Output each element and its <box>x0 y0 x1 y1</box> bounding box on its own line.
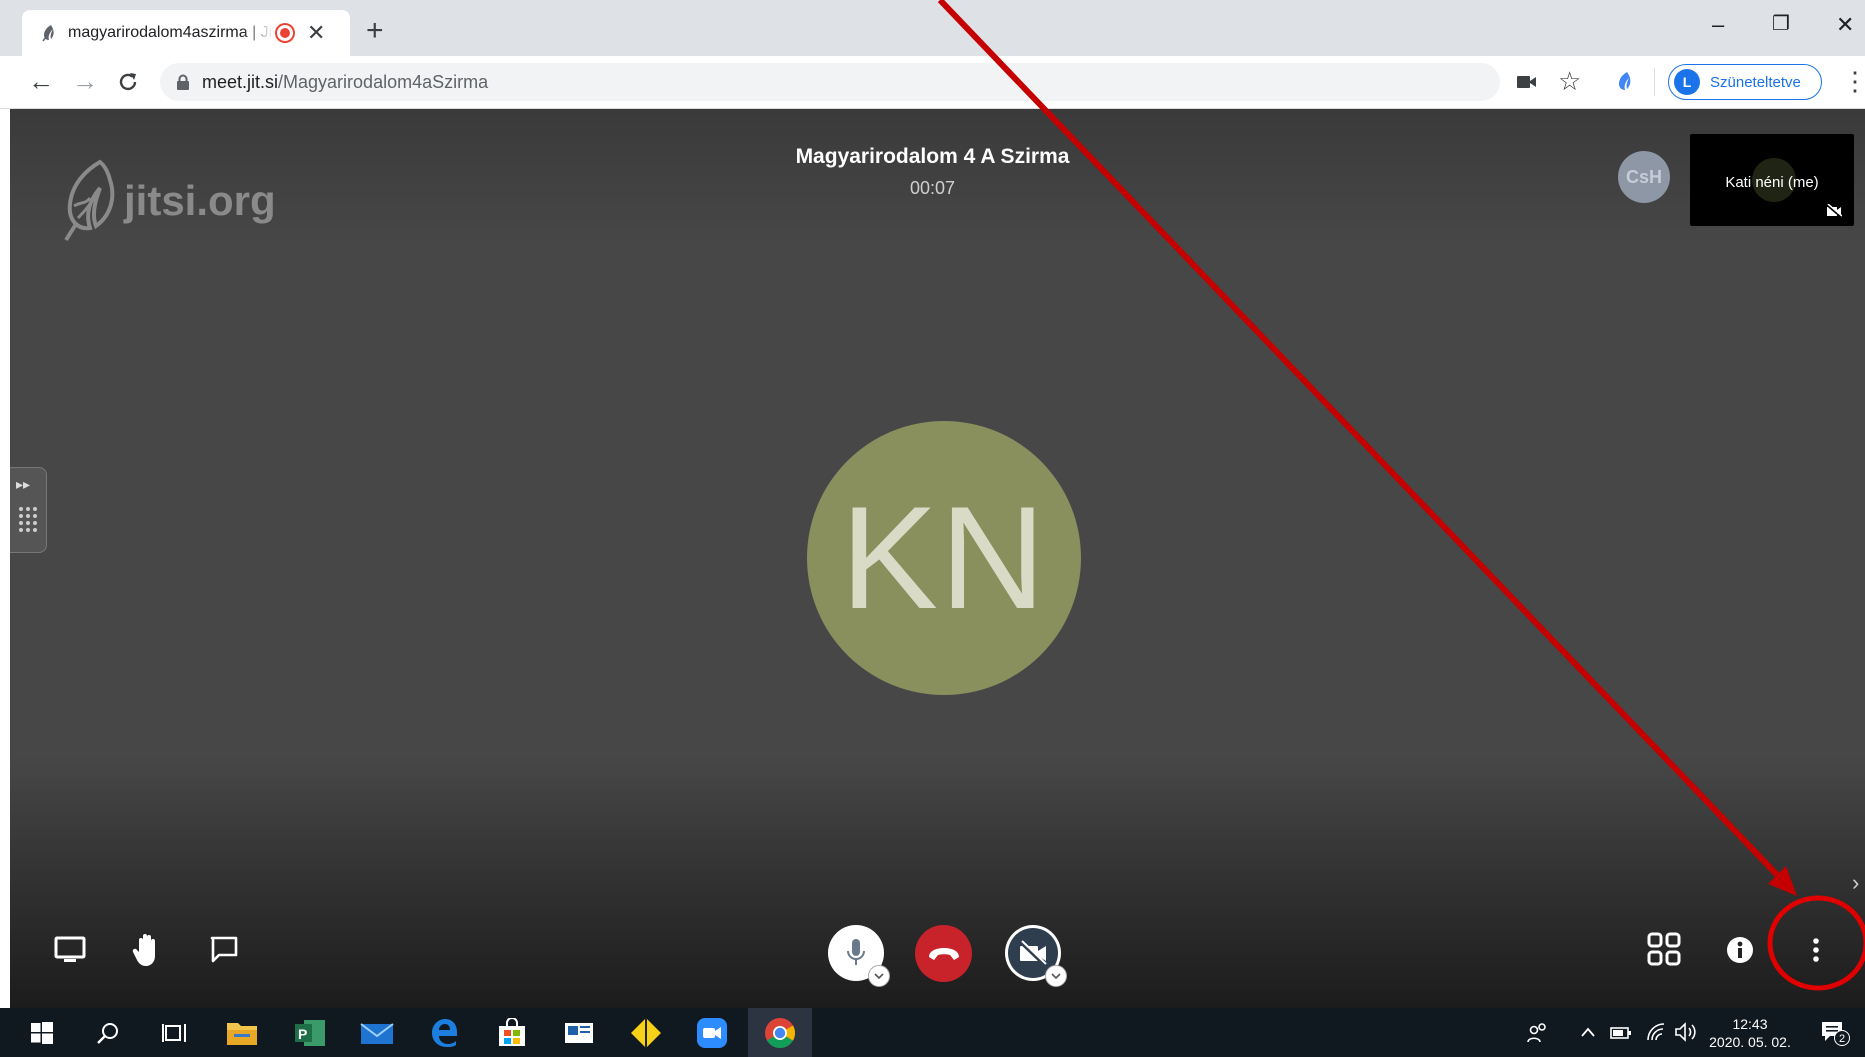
taskbar-zoom[interactable] <box>680 1008 744 1057</box>
search-icon <box>97 1022 118 1044</box>
tab-title: magyarirodalom4aszirma | Jitsi Meet <box>68 24 273 41</box>
toolbar-divider <box>1654 68 1655 96</box>
filmstrip-toggle-handle[interactable]: ▸▸ <box>10 467 47 553</box>
mail-icon <box>360 1022 394 1044</box>
url-path: /Magyarirodalom4aSzirma <box>278 71 489 92</box>
hangup-button[interactable] <box>915 925 972 982</box>
chat-icon[interactable] <box>209 935 239 965</box>
taskbar-mail[interactable] <box>345 1008 409 1057</box>
taskbar-chrome[interactable] <box>748 1008 812 1057</box>
participant-avatar[interactable]: CsH <box>1618 151 1670 203</box>
camera-button[interactable] <box>1005 925 1067 987</box>
phone-hangup-icon <box>928 947 959 960</box>
action-center-button[interactable]: 2 <box>1820 1020 1850 1048</box>
tab-strip: magyarirodalom4aszirma | Jitsi Meet ✕ + … <box>0 0 1865 56</box>
camera-off-icon <box>1019 940 1047 966</box>
tray-expand-chevron-icon[interactable] <box>1580 1026 1596 1038</box>
profile-status: Szüneteltetve <box>1710 73 1801 91</box>
microphone-icon <box>847 939 865 965</box>
raise-hand-icon[interactable] <box>131 932 163 968</box>
profile-avatar: L <box>1674 69 1700 95</box>
chevron-down-icon <box>874 973 884 980</box>
start-button[interactable] <box>10 1008 74 1057</box>
jitsi-feather-icon <box>64 159 115 242</box>
chevron-down-icon <box>1051 973 1061 980</box>
task-view-button[interactable] <box>142 1008 206 1057</box>
video-settings-chevron[interactable] <box>1045 965 1067 987</box>
close-window-button[interactable]: ✕ <box>1836 14 1854 36</box>
clock-time: 12:43 <box>1732 1016 1768 1032</box>
tab-close-icon[interactable]: ✕ <box>307 22 325 44</box>
taskbar-news[interactable] <box>547 1008 611 1057</box>
store-bag-icon <box>499 1017 525 1046</box>
browser-tab[interactable]: magyarirodalom4aszirma | Jitsi Meet ✕ <box>22 10 350 56</box>
diamond-app-icon <box>631 1017 661 1048</box>
camera-permission-icon[interactable] <box>1516 74 1538 90</box>
windows-logo-icon <box>31 1021 53 1044</box>
lock-icon <box>177 74 189 90</box>
jitsi-extension-icon[interactable] <box>1612 70 1634 94</box>
taskbar-yellow-app[interactable] <box>614 1008 678 1057</box>
microphone-button[interactable] <box>828 925 890 987</box>
folder-icon <box>227 1022 257 1045</box>
self-display-name: Kati néni (me) <box>1725 174 1819 191</box>
forward-button[interactable]: → <box>72 68 98 94</box>
back-button[interactable]: ← <box>28 68 54 94</box>
notification-count-badge: 2 <box>1834 1030 1850 1046</box>
conference-timer: 00:07 <box>909 178 956 198</box>
tile-view-icon[interactable] <box>1647 932 1681 966</box>
svg-text:P: P <box>298 1026 307 1042</box>
system-clock[interactable]: 12:43 2020. 05. 02. <box>1705 1015 1795 1051</box>
url-host: meet.jit.si <box>202 71 279 92</box>
search-button[interactable] <box>76 1008 140 1057</box>
bookmark-star-icon[interactable]: ☆ <box>1558 66 1581 97</box>
dominant-speaker-avatar: KN <box>807 421 1081 695</box>
clock-date: 2020. 05. 02. <box>1709 1034 1791 1050</box>
taskbar-edge[interactable] <box>412 1008 476 1057</box>
recording-indicator-icon <box>277 25 293 41</box>
info-icon[interactable] <box>1726 936 1754 964</box>
address-bar[interactable]: meet.jit.si/Magyarirodalom4aSzirma <box>160 63 1500 101</box>
jitsi-favicon-icon <box>42 25 54 42</box>
more-options-icon[interactable] <box>1808 936 1824 964</box>
taskbar-store[interactable] <box>480 1008 544 1057</box>
task-view-icon <box>162 1023 186 1042</box>
browser-toolbar: ← → meet.jit.si/Magyarirodalom4aSzirma ☆… <box>0 56 1865 109</box>
minimize-button[interactable]: – <box>1712 14 1724 36</box>
project-app-icon: P <box>295 1019 325 1046</box>
windows-taskbar: P 12:43 2020. 05. 02. 2 <box>0 1008 1865 1057</box>
conference-title: Magyarirodalom 4 A Szirma <box>795 145 1070 168</box>
profile-button[interactable]: L Szüneteltetve <box>1668 64 1822 100</box>
new-tab-button[interactable]: + <box>366 16 384 46</box>
taskbar-project[interactable]: P <box>278 1008 342 1057</box>
reload-icon[interactable] <box>116 70 140 94</box>
expand-icon: ▸▸ <box>16 476 31 492</box>
local-video-thumbnail[interactable]: Kati néni (me) <box>1690 134 1854 226</box>
audio-settings-chevron[interactable] <box>868 965 890 987</box>
edge-browser-icon <box>432 1018 457 1047</box>
screen-share-icon[interactable] <box>54 936 86 964</box>
chrome-menu-icon[interactable]: ⋮ <box>1842 66 1865 97</box>
news-app-icon <box>565 1022 593 1043</box>
dialpad-icon <box>19 507 37 532</box>
zoom-app-icon <box>697 1017 727 1048</box>
restore-button[interactable]: ❐ <box>1772 14 1790 34</box>
video-muted-icon <box>1826 204 1842 218</box>
chrome-icon <box>765 1017 796 1048</box>
volume-icon[interactable] <box>1674 1022 1698 1042</box>
wifi-icon[interactable] <box>1645 1022 1667 1042</box>
toolbar-edge-chevron[interactable]: › <box>1852 870 1859 896</box>
taskbar-file-explorer[interactable] <box>210 1008 274 1057</box>
battery-icon[interactable] <box>1610 1026 1632 1040</box>
jitsi-logo[interactable]: jitsi.org <box>60 158 276 244</box>
people-icon[interactable] <box>1527 1022 1549 1044</box>
